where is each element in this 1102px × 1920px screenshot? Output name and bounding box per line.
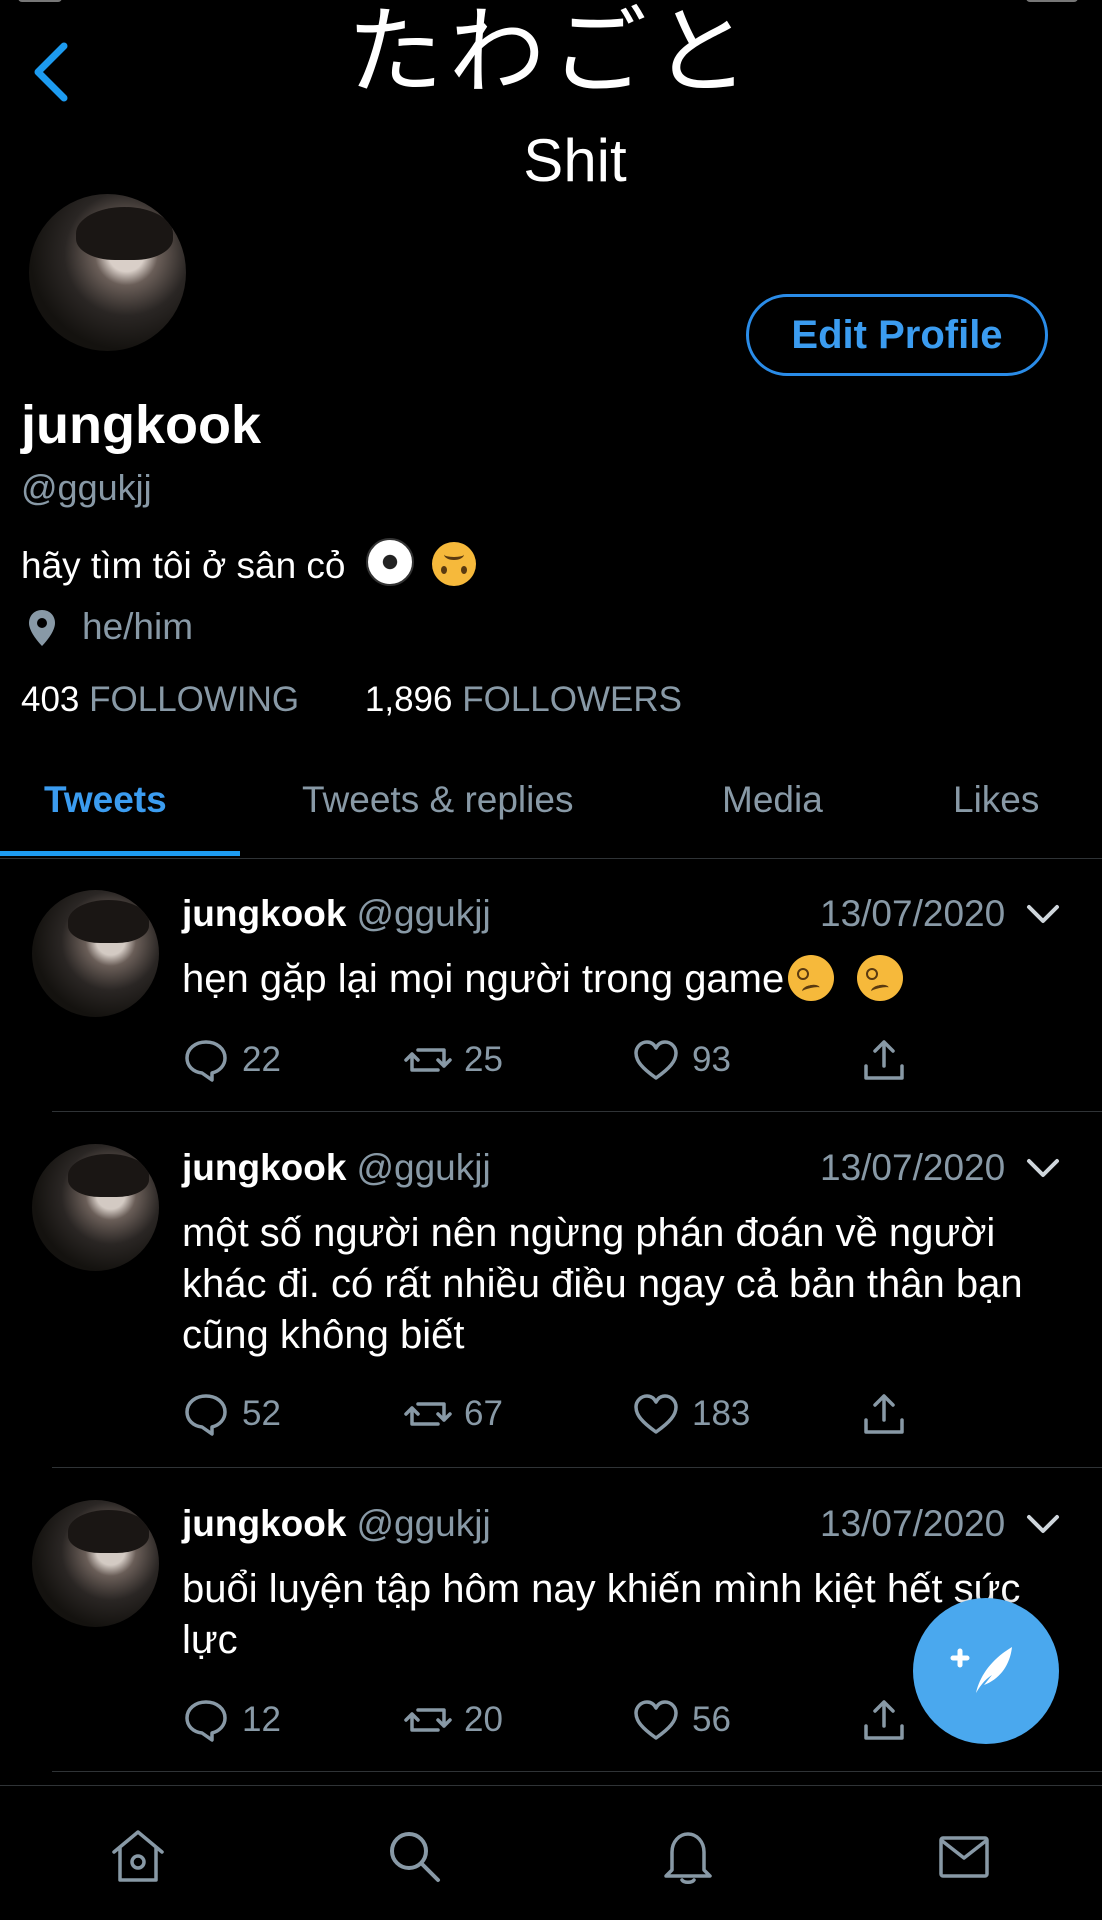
- like-count: 183: [692, 1394, 751, 1433]
- tweet-author-handle: @ggukjj: [356, 1147, 491, 1188]
- retweet-icon: [404, 1402, 452, 1426]
- followers-link[interactable]: 1,896 FOLLOWERS: [365, 680, 682, 719]
- tab-likes[interactable]: Likes: [953, 762, 1039, 858]
- messages-icon: [939, 1836, 989, 1878]
- tweet-avatar[interactable]: [32, 1500, 159, 1627]
- following-link[interactable]: 403 FOLLOWING: [21, 680, 309, 719]
- tweet-actions: 22 25 93: [182, 1032, 1062, 1088]
- like-count: 93: [692, 1040, 731, 1079]
- tweet-text: một số người nên ngừng phán đoán về ngườ…: [182, 1211, 1023, 1357]
- reply-count: 22: [242, 1040, 281, 1079]
- chevron-down-icon[interactable]: [1026, 1158, 1060, 1180]
- following-label: FOLLOWING: [89, 680, 300, 719]
- share-button[interactable]: [860, 1032, 908, 1088]
- search-icon: [390, 1832, 440, 1882]
- profile-handle: @ggukjj: [21, 467, 152, 508]
- active-tab-indicator: [0, 851, 240, 856]
- bottom-navigation: [0, 1785, 1102, 1920]
- tweet-text: buổi luyện tập hôm nay khiến mình kiệt h…: [182, 1567, 1021, 1662]
- heart-icon: [634, 1700, 678, 1740]
- nav-messages-button[interactable]: [934, 1826, 994, 1886]
- header-title: たわごと: [347, 0, 755, 108]
- share-button[interactable]: [860, 1386, 908, 1442]
- retweet-icon: [404, 1048, 452, 1072]
- profile-location: he/him: [82, 606, 194, 647]
- tweet-author-name: jungkook: [182, 1503, 347, 1544]
- share-icon: [864, 1394, 904, 1434]
- reply-button[interactable]: 12: [182, 1692, 281, 1748]
- nav-search-button[interactable]: [384, 1826, 444, 1886]
- retweet-count: 25: [464, 1040, 503, 1079]
- retweet-button[interactable]: 25: [404, 1032, 503, 1088]
- reply-button[interactable]: 52: [182, 1386, 281, 1442]
- notifications-icon: [664, 1832, 712, 1884]
- tweet-text: hẹn gặp lại mọi người trong game: [182, 954, 1062, 1005]
- chevron-down-icon[interactable]: [1026, 1514, 1060, 1536]
- reply-count: 52: [242, 1394, 281, 1433]
- like-button[interactable]: 93: [632, 1032, 731, 1088]
- tweet-date: 13/07/2020: [820, 893, 1006, 934]
- edit-profile-button[interactable]: Edit Profile: [746, 294, 1048, 376]
- share-icon: [864, 1700, 904, 1740]
- header-subtitle: Shit: [523, 127, 627, 194]
- tweet-author-name: jungkook: [182, 893, 347, 934]
- like-button[interactable]: 56: [632, 1692, 731, 1748]
- reply-bubble-icon: [185, 1700, 227, 1742]
- bio-text: hãy tìm tôi ở sân cỏ: [21, 545, 346, 586]
- retweet-button[interactable]: 67: [404, 1386, 503, 1442]
- tweet-actions: 52 67 183: [182, 1386, 1062, 1442]
- reply-bubble-icon: [185, 1040, 227, 1082]
- compose-feather-icon: [950, 1647, 1012, 1693]
- reply-count: 12: [242, 1700, 281, 1739]
- tweet[interactable]: jungkook @ggukjj 13/07/2020 hẹn gặp lại m…: [0, 858, 1102, 1112]
- profile-bio: hãy tìm tôi ở sân cỏ: [21, 538, 477, 590]
- tweet[interactable]: jungkook @ggukjj 13/07/2020 một số người …: [0, 1112, 1102, 1468]
- retweet-icon: [404, 1708, 452, 1732]
- retweet-count: 20: [464, 1700, 503, 1739]
- share-icon: [864, 1040, 904, 1080]
- soccer-ball-emoji: [365, 538, 414, 586]
- tweet-author-handle: @ggukjj: [356, 1503, 491, 1544]
- tweet-date: 13/07/2020: [820, 1147, 1006, 1188]
- reply-bubble-icon: [185, 1394, 227, 1436]
- heart-icon: [634, 1040, 678, 1080]
- share-button[interactable]: [860, 1692, 908, 1748]
- tweet-avatar[interactable]: [32, 1144, 159, 1271]
- tab-media[interactable]: Media: [722, 762, 823, 858]
- like-button[interactable]: 183: [632, 1386, 750, 1442]
- tweet-author[interactable]: jungkook @ggukjj: [182, 1502, 491, 1546]
- heart-icon: [634, 1394, 678, 1434]
- tab-tweets-replies[interactable]: Tweets & replies: [302, 762, 573, 858]
- followers-label: FOLLOWERS: [462, 680, 682, 719]
- followers-count: 1,896: [364, 680, 453, 719]
- tweet-author-name: jungkook: [182, 1147, 347, 1188]
- nav-home-button[interactable]: [108, 1826, 168, 1886]
- tweet-author-handle: @ggukjj: [356, 893, 491, 934]
- following-count: 403: [21, 680, 80, 719]
- chevron-down-icon[interactable]: [1026, 904, 1060, 926]
- tweet-divider: [52, 1771, 1102, 1772]
- profile-page: たわごと Shit Edit Profile jungkook @ggukjj …: [0, 0, 1102, 1920]
- woozy-face-emoji: [788, 955, 835, 1001]
- retweet-count: 67: [464, 1394, 503, 1433]
- upside-down-face-emoji: [432, 542, 477, 586]
- tweet-author[interactable]: jungkook @ggukjj: [182, 1146, 491, 1190]
- profile-stats: 403 FOLLOWING 1,896 FOLLOWERS: [21, 678, 682, 722]
- location-pin-icon: [29, 610, 55, 646]
- profile-avatar[interactable]: [29, 194, 186, 351]
- profile-name: jungkook: [21, 395, 261, 455]
- like-count: 56: [692, 1700, 731, 1739]
- home-icon: [112, 1830, 164, 1882]
- reply-button[interactable]: 22: [182, 1032, 281, 1088]
- compose-tweet-button[interactable]: [913, 1598, 1059, 1744]
- tweet-date: 13/07/2020: [820, 1503, 1006, 1544]
- nav-notifications-button[interactable]: [658, 1826, 718, 1886]
- woozy-face-emoji: [857, 955, 904, 1001]
- retweet-button[interactable]: 20: [404, 1692, 503, 1748]
- tweet-avatar[interactable]: [32, 890, 159, 1017]
- profile-tabs: Tweets Tweets & replies Media Likes: [0, 762, 1102, 859]
- tweet-text-body: hẹn gặp lại mọi người trong game: [182, 957, 785, 1001]
- tweet-author[interactable]: jungkook @ggukjj: [182, 892, 491, 936]
- tab-tweets[interactable]: Tweets: [44, 762, 167, 858]
